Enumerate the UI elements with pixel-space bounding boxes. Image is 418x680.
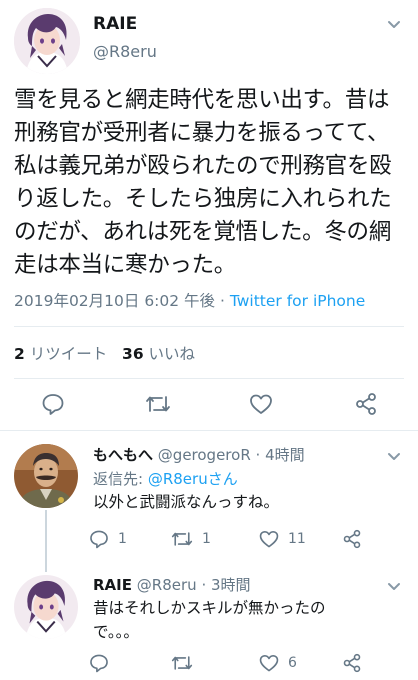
reply-author-handle[interactable]: @R8eru: [137, 576, 197, 594]
reply-actions: 1 1 11: [0, 524, 418, 554]
reply-button[interactable]: 1: [88, 524, 127, 554]
heart-icon: [258, 528, 280, 550]
retweet-button[interactable]: [170, 648, 202, 678]
share-button[interactable]: [342, 524, 362, 554]
reply-time[interactable]: · 3時間: [201, 576, 250, 594]
retweet-button[interactable]: [144, 389, 172, 419]
share-icon: [342, 652, 362, 674]
like-count: 11: [288, 531, 306, 547]
retweet-button[interactable]: 1: [170, 524, 211, 554]
retweets-count[interactable]: 2: [14, 345, 25, 363]
divider: [0, 430, 418, 431]
reply-to-label: 返信先:: [93, 470, 148, 488]
reply-count: 1: [118, 531, 127, 547]
reply-icon: [40, 391, 66, 417]
reply-header: RAIE @R8eru · 3時間: [93, 574, 251, 595]
author-avatar[interactable]: [14, 8, 80, 74]
divider: [14, 378, 404, 379]
like-button[interactable]: 11: [258, 524, 306, 554]
heart-icon: [258, 652, 280, 674]
reply-button[interactable]: [88, 648, 118, 678]
likes-count[interactable]: 36: [122, 345, 144, 363]
reply-icon: [88, 528, 110, 550]
reply-author-name[interactable]: RAIE: [93, 576, 132, 594]
share-button[interactable]: [342, 648, 362, 678]
reply-header: もへもへ @gerogeroR · 4時間: [93, 444, 305, 465]
likes-label[interactable]: いいね: [149, 345, 196, 363]
share-icon: [354, 391, 378, 417]
reply-author-handle[interactable]: @gerogeroR: [158, 446, 251, 464]
retweets-label[interactable]: リツイート: [30, 345, 108, 363]
tweet-text: 雪を見ると網走時代を思い出す。昔は刑務官が受刑者に暴力を振るってて、私は義兄弟が…: [14, 87, 392, 278]
author-name[interactable]: RAIE: [93, 14, 137, 34]
chevron-down-icon[interactable]: [384, 446, 404, 466]
reply-text: 以外と武闘派なんっすね。: [93, 493, 280, 511]
retweet-icon: [144, 391, 172, 417]
share-icon: [342, 528, 362, 550]
retweet-icon: [170, 652, 194, 674]
divider: [14, 326, 404, 327]
retweet-icon: [170, 528, 194, 550]
author-handle[interactable]: @R8eru: [93, 42, 157, 61]
reply-text: 昔はそれしかスキルが無かったので。。。: [93, 599, 326, 641]
reply-time[interactable]: · 4時間: [256, 446, 305, 464]
tweet-actions: [0, 389, 418, 419]
reply-avatar[interactable]: [14, 575, 78, 639]
reply-to-mention[interactable]: @R8eruさん: [148, 470, 238, 488]
tweet-meta: 2019年02月10日 6:02 午後 · Twitter for iPhone: [14, 289, 365, 311]
like-count: 6: [288, 655, 297, 671]
reply-avatar[interactable]: [14, 444, 78, 508]
reply-button[interactable]: [40, 389, 66, 419]
chevron-down-icon[interactable]: [384, 14, 404, 34]
chevron-down-icon[interactable]: [384, 576, 404, 596]
tweet-timestamp[interactable]: 2019年02月10日 6:02 午後: [14, 292, 215, 310]
retweet-count: 1: [202, 531, 211, 547]
meta-separator: ·: [215, 292, 230, 310]
reply-to: 返信先: @R8eruさん: [93, 468, 238, 489]
tweet-stats: 2 リツイート 36 いいね: [14, 342, 195, 364]
tweet-source[interactable]: Twitter for iPhone: [230, 292, 365, 310]
share-button[interactable]: [354, 389, 378, 419]
heart-icon: [248, 391, 274, 417]
reply-actions: 6: [0, 648, 418, 678]
reply-icon: [88, 652, 110, 674]
reply-author-name[interactable]: もへもへ: [93, 446, 153, 464]
like-button[interactable]: 6: [258, 648, 297, 678]
like-button[interactable]: [248, 389, 274, 419]
